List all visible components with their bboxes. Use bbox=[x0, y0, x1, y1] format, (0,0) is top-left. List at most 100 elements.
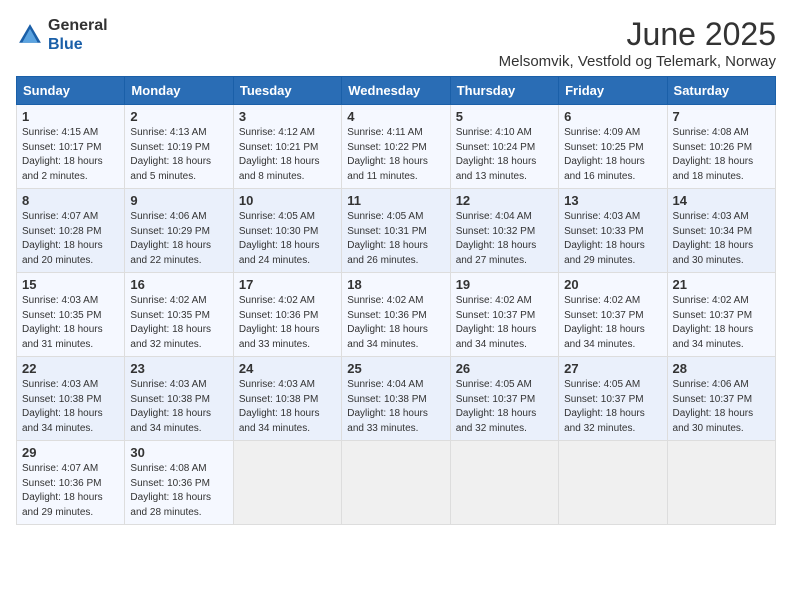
day-info: Sunrise: 4:04 AM Sunset: 10:32 PM Daylig… bbox=[456, 210, 553, 268]
calendar-cell: 9 Sunrise: 4:06 AM Sunset: 10:29 PM Dayli… bbox=[125, 189, 233, 273]
calendar-cell: 12 Sunrise: 4:04 AM Sunset: 10:32 PM Dayl… bbox=[450, 189, 558, 273]
calendar-cell bbox=[559, 441, 667, 525]
day-info: Sunrise: 4:02 AM Sunset: 10:36 PM Daylig… bbox=[239, 294, 336, 352]
day-number: 20 bbox=[564, 277, 661, 292]
day-number: 30 bbox=[130, 445, 227, 460]
day-info: Sunrise: 4:03 AM Sunset: 10:38 PM Daylig… bbox=[130, 378, 227, 436]
day-info: Sunrise: 4:13 AM Sunset: 10:19 PM Daylig… bbox=[130, 126, 227, 184]
logo: General Blue bbox=[16, 16, 108, 54]
day-info: Sunrise: 4:06 AM Sunset: 10:29 PM Daylig… bbox=[130, 210, 227, 268]
day-info: Sunrise: 4:03 AM Sunset: 10:34 PM Daylig… bbox=[673, 210, 770, 268]
logo-line1: General bbox=[48, 16, 108, 35]
day-info: Sunrise: 4:02 AM Sunset: 10:37 PM Daylig… bbox=[564, 294, 661, 352]
day-info: Sunrise: 4:06 AM Sunset: 10:37 PM Daylig… bbox=[673, 378, 770, 436]
calendar-cell: 10 Sunrise: 4:05 AM Sunset: 10:30 PM Dayl… bbox=[233, 189, 341, 273]
day-info: Sunrise: 4:02 AM Sunset: 10:36 PM Daylig… bbox=[347, 294, 444, 352]
day-number: 17 bbox=[239, 277, 336, 292]
day-info: Sunrise: 4:12 AM Sunset: 10:21 PM Daylig… bbox=[239, 126, 336, 184]
calendar-cell: 19 Sunrise: 4:02 AM Sunset: 10:37 PM Dayl… bbox=[450, 273, 558, 357]
calendar-cell: 7 Sunrise: 4:08 AM Sunset: 10:26 PM Dayli… bbox=[667, 105, 775, 189]
day-info: Sunrise: 4:07 AM Sunset: 10:28 PM Daylig… bbox=[22, 210, 119, 268]
day-info: Sunrise: 4:09 AM Sunset: 10:25 PM Daylig… bbox=[564, 126, 661, 184]
calendar-cell bbox=[342, 441, 450, 525]
day-number: 16 bbox=[130, 277, 227, 292]
day-info: Sunrise: 4:05 AM Sunset: 10:30 PM Daylig… bbox=[239, 210, 336, 268]
calendar-cell: 16 Sunrise: 4:02 AM Sunset: 10:35 PM Dayl… bbox=[125, 273, 233, 357]
header-saturday: Saturday bbox=[667, 77, 775, 105]
day-number: 27 bbox=[564, 361, 661, 376]
day-number: 21 bbox=[673, 277, 770, 292]
calendar-cell bbox=[450, 441, 558, 525]
day-number: 22 bbox=[22, 361, 119, 376]
calendar-cell: 3 Sunrise: 4:12 AM Sunset: 10:21 PM Dayli… bbox=[233, 105, 341, 189]
day-info: Sunrise: 4:05 AM Sunset: 10:37 PM Daylig… bbox=[456, 378, 553, 436]
week-row-5: 29 Sunrise: 4:07 AM Sunset: 10:36 PM Dayl… bbox=[17, 441, 776, 525]
day-info: Sunrise: 4:08 AM Sunset: 10:36 PM Daylig… bbox=[130, 462, 227, 520]
day-info: Sunrise: 4:05 AM Sunset: 10:31 PM Daylig… bbox=[347, 210, 444, 268]
day-number: 24 bbox=[239, 361, 336, 376]
day-info: Sunrise: 4:04 AM Sunset: 10:38 PM Daylig… bbox=[347, 378, 444, 436]
header-monday: Monday bbox=[125, 77, 233, 105]
calendar-cell: 27Sunrise: 4:05 AM Sunset: 10:37 PM Dayl… bbox=[559, 357, 667, 441]
day-info: Sunrise: 4:07 AM Sunset: 10:36 PM Daylig… bbox=[22, 462, 119, 520]
day-number: 12 bbox=[456, 193, 553, 208]
week-row-1: 1 Sunrise: 4:15 AM Sunset: 10:17 PM Dayli… bbox=[17, 105, 776, 189]
day-number: 5 bbox=[456, 109, 553, 124]
calendar-cell bbox=[667, 441, 775, 525]
day-info: Sunrise: 4:02 AM Sunset: 10:35 PM Daylig… bbox=[130, 294, 227, 352]
day-number: 6 bbox=[564, 109, 661, 124]
calendar-cell: 1 Sunrise: 4:15 AM Sunset: 10:17 PM Dayli… bbox=[17, 105, 125, 189]
weekday-header-row: SundayMondayTuesdayWednesdayThursdayFrid… bbox=[17, 77, 776, 105]
calendar-cell: 30 Sunrise: 4:08 AM Sunset: 10:36 PM Dayl… bbox=[125, 441, 233, 525]
calendar-cell: 28 Sunrise: 4:06 AM Sunset: 10:37 PM Dayl… bbox=[667, 357, 775, 441]
day-number: 14 bbox=[673, 193, 770, 208]
day-info: Sunrise: 4:15 AM Sunset: 10:17 PM Daylig… bbox=[22, 126, 119, 184]
page-header: General Blue June 2025 Melsomvik, Vestfo… bbox=[16, 16, 776, 70]
header-thursday: Thursday bbox=[450, 77, 558, 105]
calendar-cell: 21 Sunrise: 4:02 AM Sunset: 10:37 PM Dayl… bbox=[667, 273, 775, 357]
day-info: Sunrise: 4:10 AM Sunset: 10:24 PM Daylig… bbox=[456, 126, 553, 184]
day-info: Sunrise: 4:03 AM Sunset: 10:38 PM Daylig… bbox=[239, 378, 336, 436]
calendar-cell: 4Sunrise: 4:11 AM Sunset: 10:22 PM Dayli… bbox=[342, 105, 450, 189]
calendar-cell: 25Sunrise: 4:04 AM Sunset: 10:38 PM Dayl… bbox=[342, 357, 450, 441]
calendar-cell: 29 Sunrise: 4:07 AM Sunset: 10:36 PM Dayl… bbox=[17, 441, 125, 525]
calendar-cell: 15 Sunrise: 4:03 AM Sunset: 10:35 PM Dayl… bbox=[17, 273, 125, 357]
calendar-cell: 6 Sunrise: 4:09 AM Sunset: 10:25 PM Dayli… bbox=[559, 105, 667, 189]
day-info: Sunrise: 4:03 AM Sunset: 10:38 PM Daylig… bbox=[22, 378, 119, 436]
day-number: 8 bbox=[22, 193, 119, 208]
calendar-cell: 18 Sunrise: 4:02 AM Sunset: 10:36 PM Dayl… bbox=[342, 273, 450, 357]
calendar-cell: 24 Sunrise: 4:03 AM Sunset: 10:38 PM Dayl… bbox=[233, 357, 341, 441]
day-info: Sunrise: 4:03 AM Sunset: 10:33 PM Daylig… bbox=[564, 210, 661, 268]
calendar-subtitle: Melsomvik, Vestfold og Telemark, Norway bbox=[499, 53, 776, 70]
day-number: 7 bbox=[673, 109, 770, 124]
calendar-cell: 14 Sunrise: 4:03 AM Sunset: 10:34 PM Dayl… bbox=[667, 189, 775, 273]
day-info: Sunrise: 4:03 AM Sunset: 10:35 PM Daylig… bbox=[22, 294, 119, 352]
day-info: Sunrise: 4:08 AM Sunset: 10:26 PM Daylig… bbox=[673, 126, 770, 184]
day-number: 1 bbox=[22, 109, 119, 124]
week-row-4: 22 Sunrise: 4:03 AM Sunset: 10:38 PM Dayl… bbox=[17, 357, 776, 441]
day-number: 3 bbox=[239, 109, 336, 124]
calendar-cell: 20 Sunrise: 4:02 AM Sunset: 10:37 PM Dayl… bbox=[559, 273, 667, 357]
day-number: 15 bbox=[22, 277, 119, 292]
day-number: 10 bbox=[239, 193, 336, 208]
day-number: 13 bbox=[564, 193, 661, 208]
calendar-cell: 5 Sunrise: 4:10 AM Sunset: 10:24 PM Dayli… bbox=[450, 105, 558, 189]
calendar-table: SundayMondayTuesdayWednesdayThursdayFrid… bbox=[16, 76, 776, 525]
day-number: 2 bbox=[130, 109, 227, 124]
header-tuesday: Tuesday bbox=[233, 77, 341, 105]
day-number: 9 bbox=[130, 193, 227, 208]
day-number: 26 bbox=[456, 361, 553, 376]
calendar-cell: 17 Sunrise: 4:02 AM Sunset: 10:36 PM Dayl… bbox=[233, 273, 341, 357]
day-number: 19 bbox=[456, 277, 553, 292]
day-number: 4 bbox=[347, 109, 444, 124]
day-number: 18 bbox=[347, 277, 444, 292]
calendar-cell: 2 Sunrise: 4:13 AM Sunset: 10:19 PM Dayli… bbox=[125, 105, 233, 189]
day-info: Sunrise: 4:02 AM Sunset: 10:37 PM Daylig… bbox=[456, 294, 553, 352]
day-number: 29 bbox=[22, 445, 119, 460]
header-wednesday: Wednesday bbox=[342, 77, 450, 105]
calendar-cell: 8 Sunrise: 4:07 AM Sunset: 10:28 PM Dayli… bbox=[17, 189, 125, 273]
day-number: 28 bbox=[673, 361, 770, 376]
calendar-title: June 2025 bbox=[499, 16, 776, 53]
day-info: Sunrise: 4:02 AM Sunset: 10:37 PM Daylig… bbox=[673, 294, 770, 352]
week-row-2: 8 Sunrise: 4:07 AM Sunset: 10:28 PM Dayli… bbox=[17, 189, 776, 273]
